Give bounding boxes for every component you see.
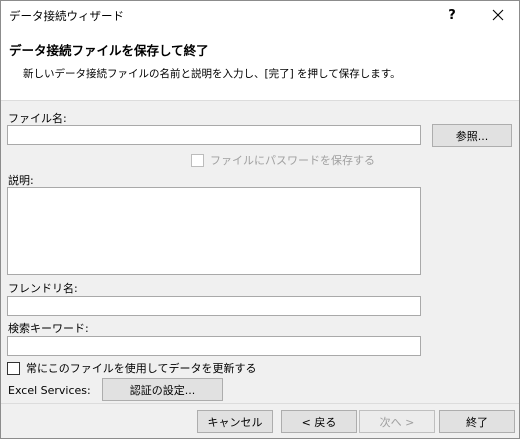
footer-divider (1, 403, 519, 404)
cancel-button[interactable]: キャンセル (197, 410, 273, 433)
help-icon: ? (448, 7, 456, 23)
browse-button[interactable]: 参照... (432, 124, 512, 147)
wizard-header: データ接続ファイルを保存して終了 新しいデータ接続ファイルの名前と説明を入力し、… (1, 31, 519, 101)
title-bar: データ接続ウィザード ? (1, 1, 519, 31)
next-button[interactable]: 次へ > (359, 410, 435, 433)
filename-input[interactable] (7, 125, 421, 145)
save-password-option[interactable]: ファイルにパスワードを保存する (191, 152, 375, 168)
keywords-input[interactable] (7, 336, 421, 356)
always-use-checkbox[interactable] (7, 361, 20, 375)
help-button[interactable]: ? (437, 3, 467, 27)
description-textarea[interactable] (7, 187, 421, 275)
save-password-label: ファイルにパスワードを保存する (210, 154, 375, 167)
save-password-checkbox[interactable] (191, 153, 204, 167)
friendly-name-label: フレンドリ名: (8, 282, 78, 295)
filename-label: ファイル名: (8, 112, 67, 125)
excel-services-label: Excel Services: (8, 384, 91, 397)
window-title: データ接続ウィザード (9, 9, 124, 23)
back-button[interactable]: < 戻る (281, 410, 357, 433)
keywords-label: 検索キーワード: (8, 322, 89, 335)
page-title: データ接続ファイルを保存して終了 (9, 43, 209, 58)
finish-button[interactable]: 終了 (439, 410, 515, 433)
page-description: 新しいデータ接続ファイルの名前と説明を入力し、[完了] を押して保存します。 (23, 68, 401, 80)
close-icon (492, 9, 504, 21)
wizard-window: データ接続ウィザード ? データ接続ファイルを保存して終了 新しいデータ接続ファ… (0, 0, 520, 439)
always-use-label: 常にこのファイルを使用してデータを更新する (26, 362, 257, 375)
close-button[interactable] (481, 3, 515, 27)
friendly-name-input[interactable] (7, 296, 421, 316)
description-label: 説明: (8, 174, 34, 187)
always-use-option[interactable]: 常にこのファイルを使用してデータを更新する (7, 360, 256, 376)
auth-settings-button[interactable]: 認証の設定... (102, 378, 223, 401)
